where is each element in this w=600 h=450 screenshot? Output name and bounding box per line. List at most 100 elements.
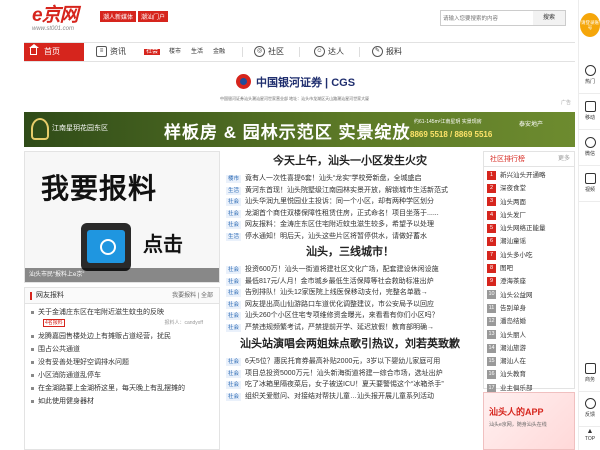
ranking-label[interactable]: 澄海茶座 xyxy=(500,278,526,285)
ranking-label[interactable]: 潮汕人在 xyxy=(500,358,526,365)
ranking-more-link[interactable]: 更多 xyxy=(558,152,570,167)
news-text[interactable]: 组织关爱慰问、对接结对帮扶儿童…汕头报开展儿童系列活动 xyxy=(245,393,434,400)
news-text[interactable]: 最低817元/人月！金市城乡最低生活保障等社会救助标准出炉 xyxy=(245,278,434,285)
news-text[interactable]: 网友报料：金涛庄东区住宅附近蚊虫滋生较多，希望予以处理 xyxy=(245,221,434,228)
list-item[interactable]: 没有妥善处理好空调排水问题 xyxy=(31,356,213,369)
ranking-item[interactable]: 15 潮汕人在 xyxy=(487,355,571,368)
ranking-item[interactable]: 6 潮汕童谣 xyxy=(487,235,571,248)
ranking-item[interactable]: 9 澄海茶座 xyxy=(487,275,571,288)
user-reports-links[interactable]: 我要报料 | 全部 xyxy=(172,288,213,304)
list-item[interactable]: 如此使用健身器材 xyxy=(31,395,213,408)
news-tag[interactable]: 社会 xyxy=(226,392,241,401)
news-tag[interactable]: 社会 xyxy=(226,277,241,286)
news-item[interactable]: 生活 黄河东首现！汕头院墅级江南园林实景开放，解锁城市生活新范式 xyxy=(226,185,476,197)
news-item[interactable]: 社会 告别排队！汕头12家医院上线医保移动支付，完整名单戳→ xyxy=(226,287,476,299)
list-item[interactable]: 在金湖路要上金湖桥这里，每天晚上有乱摆摊的 xyxy=(31,382,213,395)
news-text[interactable]: 告别排队！汕头12家医院上线医保移动支付，完整名单戳→ xyxy=(245,289,428,296)
list-item[interactable]: 小区消防通道乱停车 xyxy=(31,369,213,382)
ranking-item[interactable]: 5 汕头网络正能量 xyxy=(487,222,571,235)
news-item[interactable]: 社会 6天5位？惠民托育券最高补贴2000元，3岁以下婴幼儿家庭可用 xyxy=(226,356,476,368)
sidebar-business[interactable]: 商务 xyxy=(579,360,600,390)
news-item[interactable]: 社会 组织关爱慰问、对接结对帮扶儿童…汕头报开展儿童系列活动 xyxy=(226,391,476,403)
ranking-label[interactable]: 潘岛结婚 xyxy=(500,318,526,325)
nav-sub-finance[interactable]: 金融 xyxy=(213,43,225,61)
news-item[interactable]: 社会 项目总投资5000万元！汕头新海街道将建一综合市场，选址出炉 xyxy=(226,368,476,380)
news-tag[interactable]: 社会 xyxy=(226,198,241,206)
news-item[interactable]: 社会 吃了冰箱里隔夜菜后，女子被送ICU！夏天要警惕这个“冰箱杀手” xyxy=(226,379,476,391)
nav-sub-life[interactable]: 生活 xyxy=(191,43,203,61)
news-text[interactable]: 吃了冰箱里隔夜菜后，女子被送ICU！夏天要警惕这个“冰箱杀手” xyxy=(245,381,444,388)
news-text[interactable]: 竟有人一次性喜提6套！汕头“龙实”学校旁新盘，全城盛启 xyxy=(245,175,422,182)
news-tag[interactable]: 楼市 xyxy=(226,175,241,183)
ad-banner-cgs[interactable]: 中国银河证券 | CGS 中国银河证券汕头潮汕星河世家营业部 地址：汕头市龙湖区… xyxy=(24,68,575,108)
news-tag[interactable]: 社会 xyxy=(226,323,241,332)
sidebar-mobile[interactable]: 移动 xyxy=(579,98,600,128)
nav-info[interactable]: ≡ 资讯 xyxy=(96,43,126,61)
ranking-label[interactable]: 汕头教育 xyxy=(500,371,526,378)
nav-sub-social[interactable]: 社会 xyxy=(144,43,161,61)
news-item[interactable]: 楼市 竟有人一次性喜提6套！汕头“龙实”学校旁新盘，全城盛启 xyxy=(226,173,476,185)
ranking-item[interactable]: 3 汕头两面 xyxy=(487,196,571,209)
list-item[interactable]: 围占公共通道 xyxy=(31,343,213,356)
news-tag[interactable]: 社会 xyxy=(226,312,241,320)
ranking-label[interactable]: 汕头网络正能量 xyxy=(500,225,546,232)
ranking-item[interactable]: 16 汕头教育 xyxy=(487,368,571,381)
ranking-item[interactable]: 4 汕头发厂 xyxy=(487,209,571,222)
search-input[interactable] xyxy=(443,13,533,24)
report-feature-image[interactable]: 我要报料 点击 汕头市民“报料上e京” xyxy=(24,151,220,283)
news-text[interactable]: 汕头260个小区住宅专项维修资金曝光，来看看有你们小区吗？ xyxy=(245,312,439,319)
news-item[interactable]: 社会 网友提出高山仙游路口车道优化调整建议，市公安局予以回应 xyxy=(226,299,476,311)
nav-home[interactable]: 首页 xyxy=(24,43,84,61)
ranking-item[interactable]: 12 潘岛结婚 xyxy=(487,315,571,328)
search-button[interactable]: 搜索 xyxy=(533,11,565,25)
ranking-label[interactable]: 新兴汕头开通略 xyxy=(500,172,546,179)
news-text[interactable]: 项目总投资5000万元！汕头新海街道将建一综合市场，选址出炉 xyxy=(245,370,443,377)
news-item[interactable]: 社会 龙湖首个商住双楼保障性租赁住房，正式命名！项目坐落于...... xyxy=(226,208,476,220)
news-text[interactable]: 停水通知！明后天，汕头这些片区将暂停供水，请做好蓄水 xyxy=(245,233,427,240)
ranking-label[interactable]: 汕头发厂 xyxy=(500,212,526,219)
news-text[interactable]: 6天5位？惠民托育券最高补贴2000元，3岁以下婴幼儿家庭可用 xyxy=(245,358,440,365)
nav-tag-social[interactable]: 社会 xyxy=(144,49,161,55)
news-text[interactable]: 汕头华润九里悦园业主投诉：同一个小区，却有两种学区划分 xyxy=(245,198,434,205)
ranking-item[interactable]: 7 汕头多小吃 xyxy=(487,249,571,262)
news-tag[interactable]: 社会 xyxy=(226,381,241,389)
news-item[interactable]: 社会 投资600万！汕头一街道将建社区文化广场，配套建设休闲设施 xyxy=(226,264,476,276)
news-item[interactable]: 社会 汕头华润九里悦园业主投诉：同一个小区，却有两种学区划分 xyxy=(226,196,476,208)
news-tag[interactable]: 社会 xyxy=(226,358,241,366)
ranking-item[interactable]: 8 图吧 xyxy=(487,262,571,275)
nav-talent[interactable]: ☺ 达人 xyxy=(314,43,344,61)
news-tag[interactable]: 社会 xyxy=(226,266,241,274)
ranking-item[interactable]: 11 告别单身 xyxy=(487,302,571,315)
news-tag[interactable]: 社会 xyxy=(226,369,241,378)
site-logo[interactable]: e京网 www.st001.com xyxy=(32,6,79,33)
headline-2[interactable]: 汕头，三线城市！ xyxy=(224,245,476,259)
news-item[interactable]: 社会 汕头260个小区住宅专项维修资金曝光，来看看有你们小区吗？ xyxy=(226,310,476,322)
news-text[interactable]: 网友提出高山仙游路口车道优化调整建议，市公安局予以回应 xyxy=(245,301,434,308)
news-tag[interactable]: 社会 xyxy=(226,289,241,297)
news-item[interactable]: 社会 网友报料：金涛庄东区住宅附近蚊虫滋生较多，希望予以处理 xyxy=(226,219,476,231)
ranking-item[interactable]: 14 潮汕旅游 xyxy=(487,342,571,355)
sidebar-hot[interactable]: 热门 xyxy=(579,62,600,92)
list-item[interactable]: 关于金浦庄东区在宅附近滋生蚊虫的反映 xyxy=(31,306,213,319)
headline-1[interactable]: 今天上午，汕头一小区发生火灾 xyxy=(224,154,476,168)
ranking-item[interactable]: 10 汕头公益网 xyxy=(487,289,571,302)
ranking-item[interactable]: 13 汕头丽人 xyxy=(487,329,571,342)
news-item[interactable]: 生活 停水通知！明后天，汕头这些片区将暂停供水，请做好蓄水 xyxy=(226,231,476,243)
news-tag[interactable]: 社会 xyxy=(226,209,241,218)
logo-text[interactable]: e京网 xyxy=(32,6,79,26)
ranking-label[interactable]: 图吧 xyxy=(500,265,513,272)
ranking-label[interactable]: 汕头两面 xyxy=(500,199,526,206)
news-text[interactable]: 严禁违规频繁考试，严禁提前开学、延迟放假！教育部明确→ xyxy=(245,324,434,331)
ranking-item[interactable]: 1 新兴汕头开通略 xyxy=(487,169,571,182)
sidebar-video[interactable]: 视频 xyxy=(579,170,600,200)
ranking-label[interactable]: 深夜食堂 xyxy=(500,185,526,192)
ranking-label[interactable]: 潮汕旅游 xyxy=(500,345,526,352)
list-item[interactable]: 龙腾嘉园售楼处边上有摊贩占道经营，扰民 xyxy=(31,330,213,343)
ranking-label[interactable]: 告别单身 xyxy=(500,305,526,312)
ranking-label[interactable]: 潮汕童谣 xyxy=(500,238,526,245)
headline-3[interactable]: 汕头站演唱会两姐妹点歌引热议，刘若英致歉 xyxy=(224,337,476,351)
news-text[interactable]: 龙湖首个商住双楼保障性租赁住房，正式命名！项目坐落于...... xyxy=(245,210,439,217)
nav-sub-property[interactable]: 楼市 xyxy=(169,43,181,61)
news-tag[interactable]: 社会 xyxy=(226,221,241,229)
news-item[interactable]: 社会 严禁违规频繁考试，严禁提前开学、延迟放假！教育部明确→ xyxy=(226,322,476,334)
